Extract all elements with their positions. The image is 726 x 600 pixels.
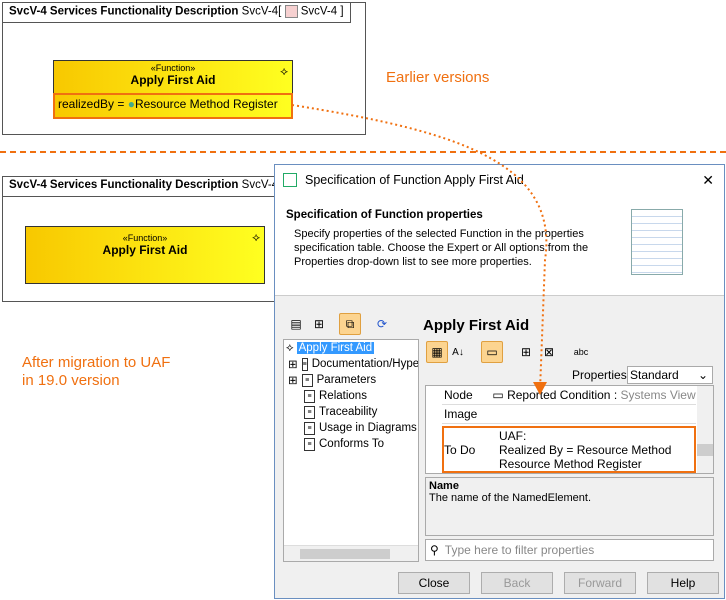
migration-arrow — [291, 104, 548, 395]
